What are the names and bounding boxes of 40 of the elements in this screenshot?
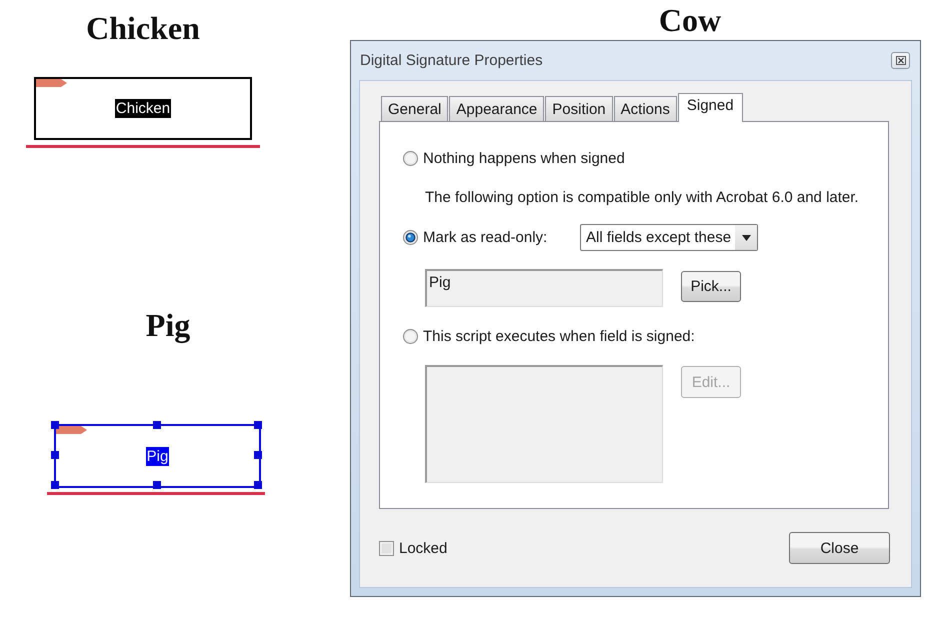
caret-down-icon	[742, 234, 750, 240]
resize-handle[interactable]	[254, 481, 262, 489]
form-field[interactable]: Chicken	[34, 77, 252, 140]
compatibility-note: The following option is compatible only with Acrobat 6.0 and later.	[425, 188, 860, 208]
resize-handle[interactable]	[51, 421, 59, 429]
option-label[interactable]: Nothing happens when signed	[423, 150, 625, 166]
option-label[interactable]: This script executes when field is signed:	[423, 328, 695, 344]
radio-button[interactable]	[403, 230, 418, 245]
resize-handle[interactable]	[51, 451, 59, 459]
tab[interactable]: Position	[545, 96, 613, 121]
resize-handle[interactable]	[254, 421, 262, 429]
section-heading: Chicken	[86, 10, 200, 46]
tag-icon	[36, 79, 67, 87]
close-button[interactable]: Close	[789, 532, 890, 564]
tab[interactable]: Appearance	[449, 96, 544, 121]
resize-handle[interactable]	[152, 481, 160, 489]
script-box[interactable]	[425, 365, 663, 483]
tab[interactable]: Signed	[678, 93, 743, 122]
field-text: Chicken	[114, 99, 172, 118]
tab[interactable]: Actions	[614, 96, 677, 121]
close-icon	[896, 56, 906, 65]
tag-icon	[56, 426, 87, 434]
resize-handle[interactable]	[254, 451, 262, 459]
form-field[interactable]: Pig	[54, 424, 261, 488]
checkbox-label[interactable]: Locked	[399, 540, 448, 556]
field-text: Pig	[146, 446, 170, 466]
read-only-dropdown[interactable]: All fields except these	[580, 224, 758, 251]
resize-handle[interactable]	[51, 481, 59, 489]
radio-button[interactable]	[403, 150, 418, 166]
field-list-box[interactable]: Pig	[425, 269, 663, 307]
window-close-button[interactable]	[891, 52, 910, 69]
tab[interactable]: General	[381, 96, 448, 121]
section-heading: Pig	[146, 307, 190, 343]
pick-button[interactable]: Pick...	[681, 271, 741, 302]
radio-button[interactable]	[403, 328, 418, 344]
option-label[interactable]: Mark as read-only:	[423, 229, 580, 246]
section-heading: Cow	[658, 2, 722, 38]
resize-handle[interactable]	[152, 421, 160, 429]
window-title: Digital Signature Properties	[360, 52, 543, 69]
checkbox[interactable]	[379, 540, 394, 556]
